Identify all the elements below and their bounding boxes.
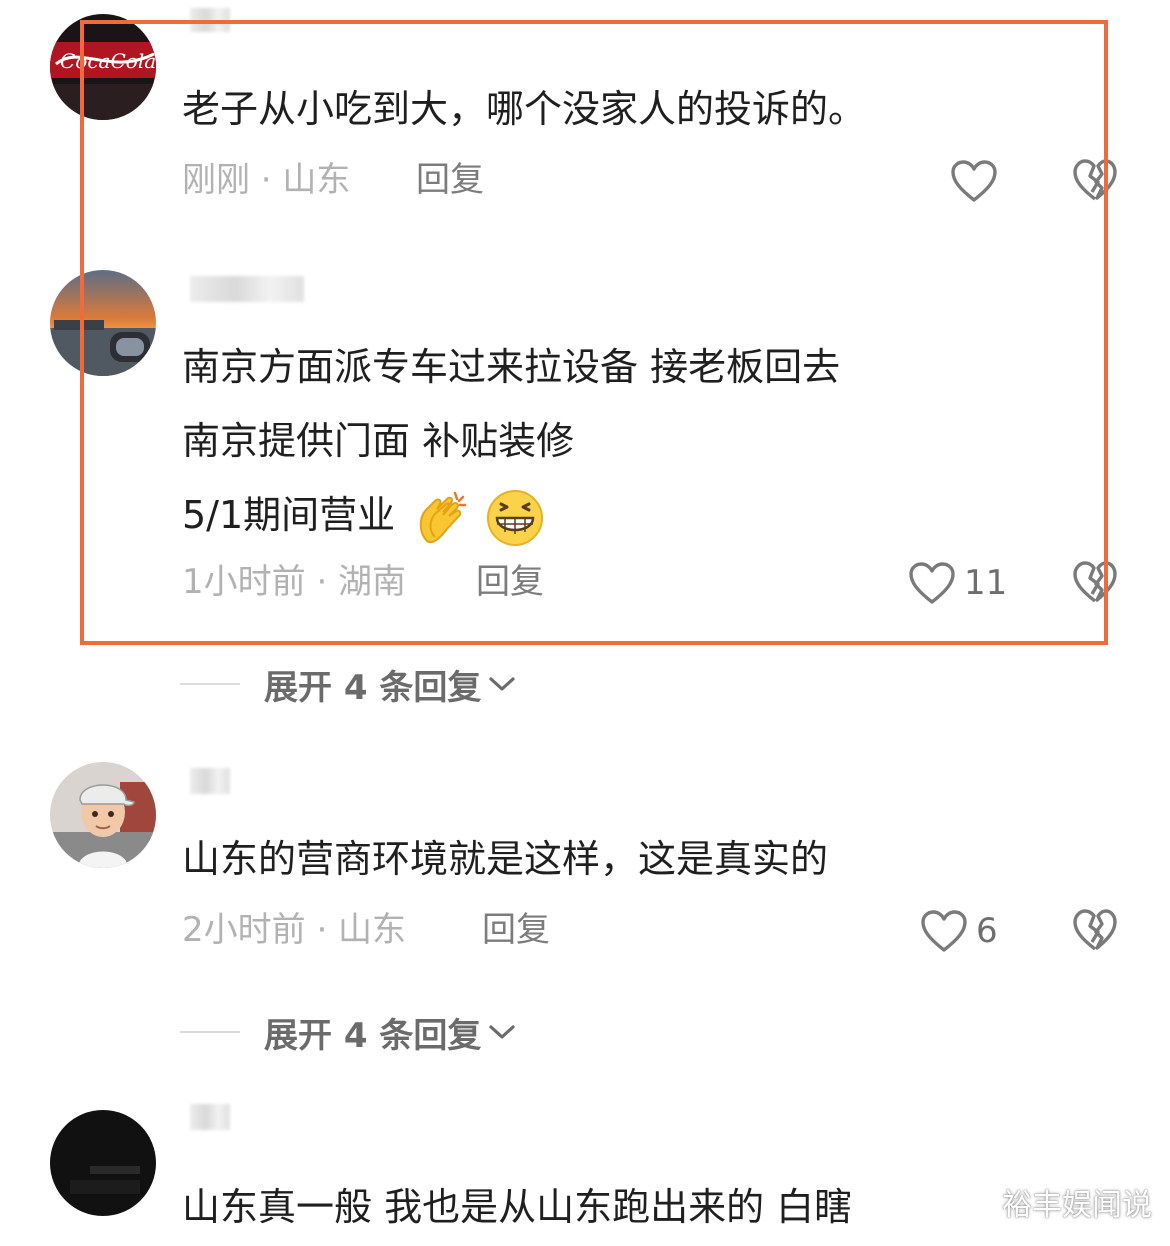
reply-button[interactable]: 回复 [482, 908, 550, 952]
commenter-avatar[interactable] [50, 762, 156, 868]
expand-replies-button[interactable]: 展开 4 条回复 [180, 1010, 517, 1056]
divider [180, 683, 240, 685]
watermark: 裕丰娱闻说 [1002, 1188, 1152, 1223]
divider [180, 1031, 240, 1033]
chevron-down-icon [489, 1025, 515, 1039]
cartoon-boy-avatar [50, 762, 156, 868]
commenter-avatar[interactable] [50, 1110, 156, 1216]
username-blurred[interactable] [190, 768, 230, 794]
comment-time-location: 2小时前 · 山东 [182, 910, 407, 950]
expand-replies-label: 展开 4 条回复 [264, 667, 482, 708]
expand-replies-button[interactable]: 展开 4 条回复 [180, 662, 517, 708]
comment-text: 山东的营商环境就是这样，这是真实的 [182, 837, 829, 881]
chevron-down-icon [489, 677, 515, 691]
heart-icon [921, 910, 967, 952]
comment-text: 山东真一般 我也是从山东跑出来的 白瞎 [182, 1185, 853, 1229]
dark-photo-avatar [50, 1110, 156, 1216]
broken-heart-icon[interactable] [1072, 908, 1118, 952]
like-button[interactable]: 6 [920, 906, 998, 956]
username-blurred[interactable] [190, 1104, 230, 1130]
expand-replies-label: 展开 4 条回复 [264, 1015, 482, 1056]
like-count: 6 [976, 911, 998, 951]
highlight-frame [80, 20, 1108, 645]
